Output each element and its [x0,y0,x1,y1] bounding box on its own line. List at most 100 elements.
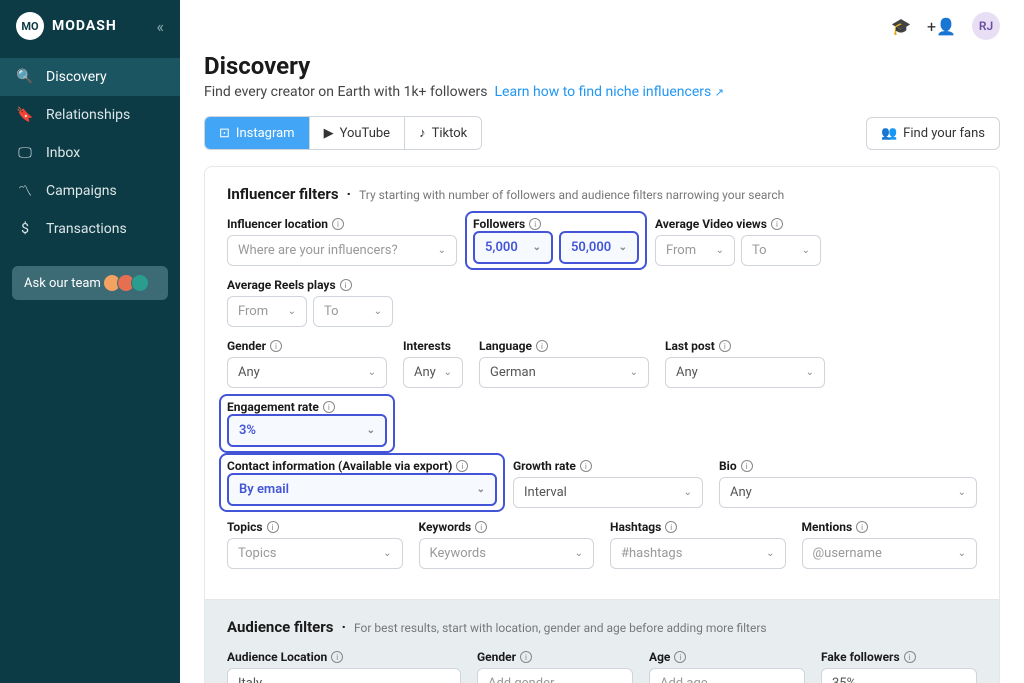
topics-select[interactable]: Topics⌄ [227,538,403,569]
audience-filters-section: Audience filters· For best results, star… [205,600,999,683]
info-icon[interactable]: i [771,218,783,230]
field-avg-video-views: Average Video viewsi From⌄ To⌄ [655,217,821,266]
logo[interactable]: MO MODASH [16,12,117,40]
tab-youtube[interactable]: ▶ YouTube [310,117,406,149]
audience-age-select[interactable]: Add age⌄ [649,668,805,683]
chevron-down-icon: ⌄ [368,367,376,378]
info-icon[interactable]: i [719,340,731,352]
info-icon[interactable]: i [520,651,532,663]
field-influencer-location: Influencer locationi Where are your infl… [227,217,457,266]
field-audience-gender: Genderi Add gender⌄ [477,650,633,683]
sidebar-item-discovery[interactable]: 🔍 Discovery [0,58,180,96]
avg-video-from-select[interactable]: From⌄ [655,235,735,266]
info-icon[interactable]: i [529,218,541,230]
keywords-select[interactable]: Keywords⌄ [419,538,595,569]
hashtags-select[interactable]: #hashtags⌄ [610,538,786,569]
field-language: Languagei German⌄ [479,339,649,388]
followers-max-select[interactable]: 50,000⌄ [559,231,639,264]
page-subtitle: Find every creator on Earth with 1k+ fol… [204,84,1000,100]
info-icon[interactable]: i [536,340,548,352]
chevron-down-icon: ⌄ [367,425,375,436]
followers-min-select[interactable]: 5,000⌄ [473,231,553,264]
bio-select[interactable]: Any⌄ [719,477,977,508]
info-icon[interactable]: i [741,460,753,472]
tab-tiktok[interactable]: ♪ Tiktok [405,117,481,149]
language-select[interactable]: German⌄ [479,357,649,388]
info-icon[interactable]: i [475,521,487,533]
info-icon[interactable]: i [580,460,592,472]
chevron-down-icon: ⌄ [383,548,391,559]
contact-info-select[interactable]: By email⌄ [227,473,497,506]
chevron-down-icon: ⌄ [802,245,810,256]
chevron-down-icon: ⌄ [438,245,446,256]
sidebar-item-label: Inbox [46,145,80,161]
audience-gender-select[interactable]: Add gender⌄ [477,668,633,683]
content: Discovery Find every creator on Earth wi… [180,52,1024,683]
field-gender: Genderi Any⌄ [227,339,387,388]
info-icon[interactable]: i [674,651,686,663]
info-icon[interactable]: i [665,521,677,533]
field-fake-followers: Fake followersi 35%⌄ [821,650,977,683]
engagement-rate-select[interactable]: 3%⌄ [227,414,387,447]
ask-team-button[interactable]: Ask our team [12,266,168,300]
growth-rate-select[interactable]: Interval⌄ [513,477,703,508]
field-growth-rate: Growth ratei Interval⌄ [513,459,703,508]
sidebar-item-label: Transactions [46,221,127,237]
chart-icon: 〽 [16,182,34,200]
learn-niche-link[interactable]: Learn how to find niche influencers ↗ [494,84,723,100]
field-mentions: Mentionsi @username⌄ [802,520,978,569]
info-icon[interactable]: i [270,340,282,352]
main: 🎓 +👤 RJ Discovery Find every creator on … [180,0,1024,683]
info-icon[interactable]: i [856,521,868,533]
chevron-down-icon: ⌄ [958,548,966,559]
info-icon[interactable]: i [332,218,344,230]
last-post-select[interactable]: Any⌄ [665,357,825,388]
tab-label: Instagram [236,126,295,141]
avg-reels-to-select[interactable]: To⌄ [313,296,393,327]
youtube-icon: ▶ [324,126,334,141]
sidebar: MO MODASH « 🔍 Discovery 🔖 Relationships … [0,0,180,683]
sidebar-item-transactions[interactable]: $ Transactions [0,210,180,248]
sidebar-item-campaigns[interactable]: 〽 Campaigns [0,172,180,210]
chevron-down-icon: ⌄ [958,678,966,683]
info-icon[interactable]: i [331,651,343,663]
avg-video-to-select[interactable]: To⌄ [741,235,821,266]
add-user-icon[interactable]: +👤 [927,17,956,36]
chevron-down-icon: ⌄ [716,245,724,256]
field-last-post: Last posti Any⌄ [665,339,825,388]
interests-select[interactable]: Any⌄ [403,357,463,388]
platform-tabs: ⊡ Instagram ▶ YouTube ♪ Tiktok [204,116,482,150]
sidebar-item-label: Discovery [46,69,107,85]
sidebar-item-inbox[interactable]: 🖵 Inbox [0,134,180,172]
collapse-sidebar-icon[interactable]: « [156,17,164,36]
find-fans-button[interactable]: 👥 Find your fans [866,117,1000,150]
gender-select[interactable]: Any⌄ [227,357,387,388]
influencer-location-select[interactable]: Where are your influencers?⌄ [227,235,457,266]
graduation-icon[interactable]: 🎓 [891,17,911,36]
fake-followers-select[interactable]: 35%⌄ [821,668,977,683]
chevron-down-icon: ⌄ [806,367,814,378]
tab-label: Tiktok [432,126,468,141]
sidebar-item-relationships[interactable]: 🔖 Relationships [0,96,180,134]
field-hashtags: Hashtagsi #hashtags⌄ [610,520,786,569]
users-icon: 👥 [881,126,897,141]
topbar: 🎓 +👤 RJ [180,0,1024,52]
user-avatar[interactable]: RJ [972,12,1000,40]
info-icon[interactable]: i [904,651,916,663]
info-icon[interactable]: i [340,279,352,291]
info-icon[interactable]: i [267,521,279,533]
chevron-down-icon: ⌄ [684,487,692,498]
tab-instagram[interactable]: ⊡ Instagram [205,117,310,149]
chevron-down-icon: ⌄ [442,678,450,683]
field-avg-reels-plays: Average Reels playsi From⌄ To⌄ [227,278,393,327]
find-fans-label: Find your fans [903,126,985,141]
mentions-select[interactable]: @username⌄ [802,538,978,569]
chevron-down-icon: ⌄ [958,487,966,498]
info-icon[interactable]: i [323,401,335,413]
avg-reels-from-select[interactable]: From⌄ [227,296,307,327]
field-interests: Interests Any⌄ [403,339,463,388]
tabs-row: ⊡ Instagram ▶ YouTube ♪ Tiktok 👥 Find yo… [204,116,1000,150]
field-bio: Bioi Any⌄ [719,459,977,508]
audience-location-select[interactable]: Italy⌄ [227,668,461,683]
info-icon[interactable]: i [456,460,468,472]
